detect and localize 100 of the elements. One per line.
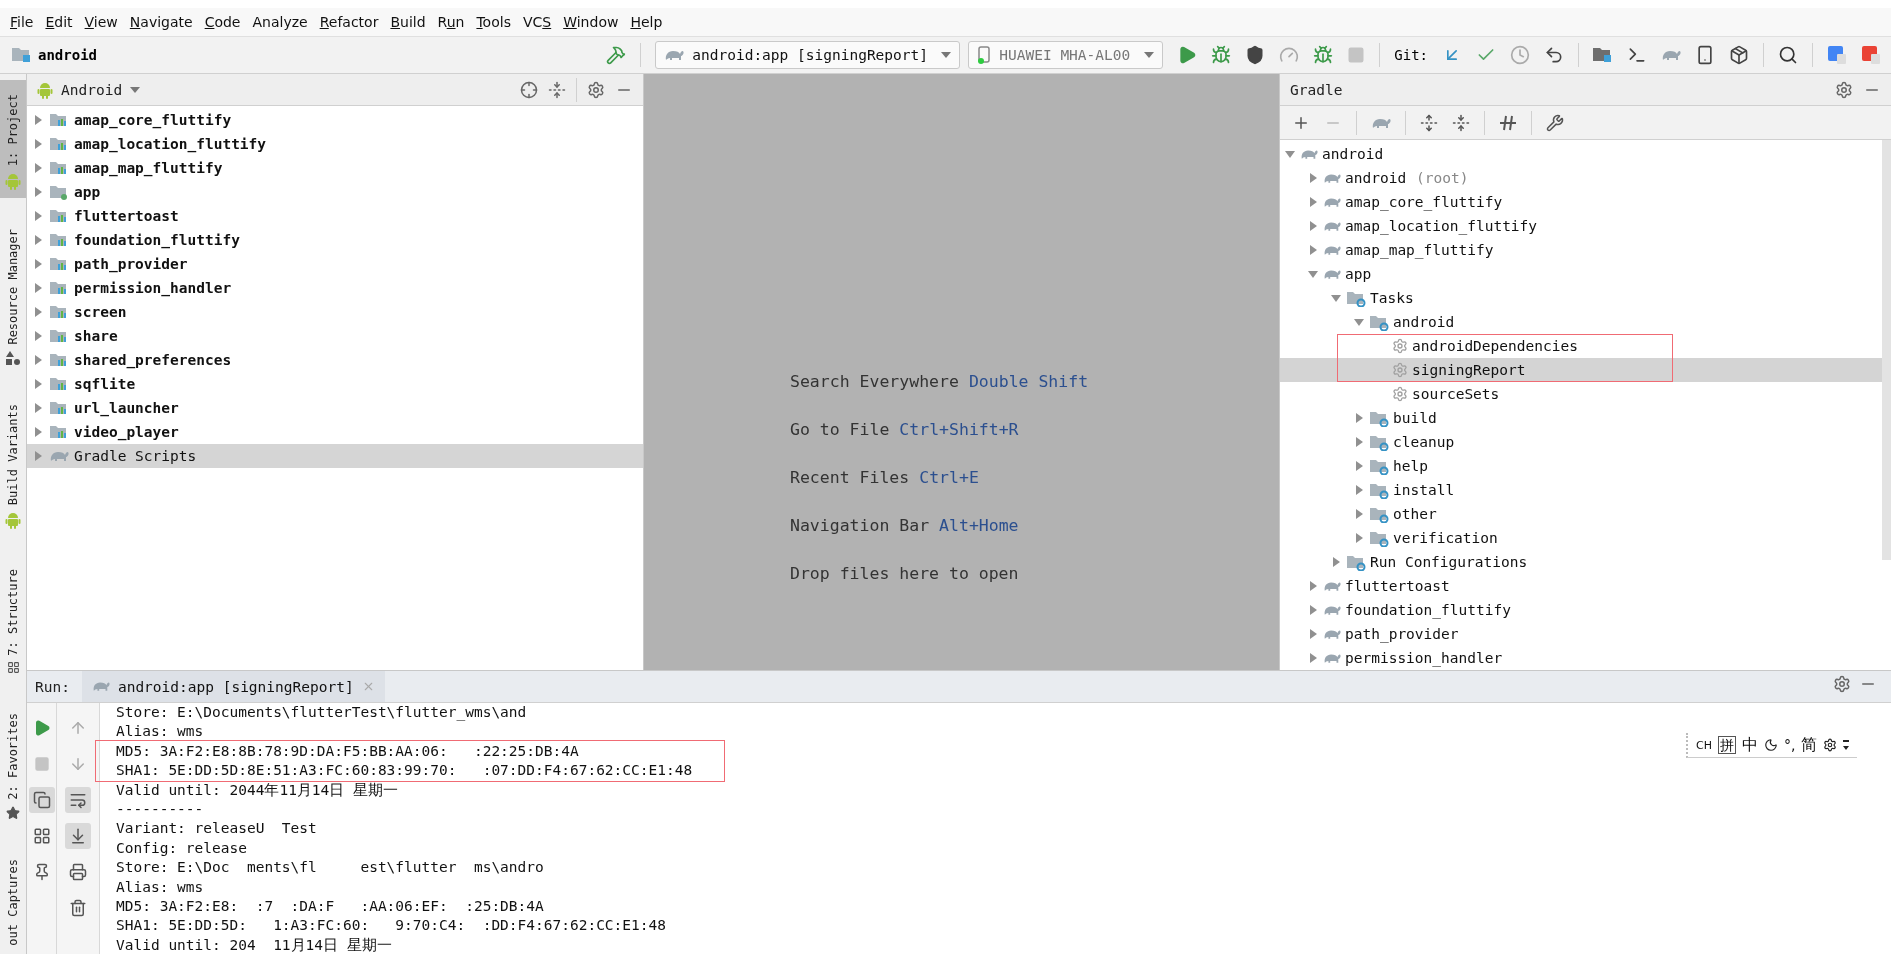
ime-mode[interactable]: 拼 [1717,736,1736,754]
arrow-right-icon[interactable] [32,402,44,414]
arrow-right-icon[interactable] [1307,196,1319,208]
print-icon[interactable] [69,863,87,881]
run-config-dropdown[interactable]: android:app [signingReport] [655,41,961,69]
menu-item[interactable]: Edit [39,14,79,30]
arrow-right-icon[interactable] [32,234,44,246]
tree-item[interactable]: amap_map_fluttify [1280,238,1882,262]
arrow-right-icon[interactable] [32,282,44,294]
tree-item[interactable]: fluttertoast [27,204,643,228]
menu-item[interactable]: VCS [516,14,558,30]
arrow-right-icon[interactable] [1307,652,1319,664]
arrow-right-icon[interactable] [1353,460,1365,472]
rollback-icon[interactable] [1544,45,1564,65]
menu-item[interactable]: Build [384,14,432,30]
search-icon[interactable] [1778,45,1798,65]
arrow-right-icon[interactable] [1330,556,1342,568]
menu-item[interactable]: Window [557,14,625,30]
project-name[interactable]: android [38,47,97,63]
arrow-down-icon[interactable] [1307,268,1319,280]
soft-wrap-icon[interactable] [69,791,87,809]
device-dropdown[interactable]: HUAWEI MHA-AL00 [968,41,1164,69]
tree-item[interactable]: Gradle Scripts [27,444,643,468]
arrow-right-icon[interactable] [32,330,44,342]
tree-item[interactable]: sourceSets [1280,382,1882,406]
arrow-right-icon[interactable] [1307,604,1319,616]
arrow-down-icon[interactable] [69,755,87,773]
tree-item[interactable]: foundation_fluttify [1280,598,1882,622]
collapse-all-icon[interactable] [548,80,566,99]
arrow-right-icon[interactable] [1307,220,1319,232]
menu-item[interactable]: Help [624,14,669,30]
ime-punctuation[interactable]: °, [1783,737,1796,753]
menu-item[interactable]: File [4,14,40,30]
tree-item[interactable]: foundation_fluttify [27,228,643,252]
ime-script[interactable]: 中 [1741,734,1758,756]
tree-item[interactable]: amap_core_fluttify [27,108,643,132]
coverage-icon[interactable] [1245,45,1266,65]
arrow-right-icon[interactable] [1307,628,1319,640]
ime-charset[interactable]: 简 [1801,734,1818,756]
apply-changes-icon[interactable] [1313,45,1334,65]
tree-item[interactable]: amap_core_fluttify [1280,190,1882,214]
arrow-right-icon[interactable] [32,162,44,174]
tree-item[interactable]: app [1280,262,1882,286]
tool-window-tab[interactable]: out Captures [0,845,26,954]
translate-icon[interactable] [1827,45,1847,65]
tree-item[interactable]: screen [27,300,643,324]
tree-item[interactable]: amap_map_fluttify [27,156,643,180]
arrow-right-icon[interactable] [32,210,44,222]
scroll-to-end-icon[interactable] [69,827,87,845]
package-icon[interactable] [1729,45,1749,65]
trash-icon[interactable] [69,899,87,917]
tree-item[interactable]: path_provider [27,252,643,276]
tool-window-tab[interactable]: Build Variants [0,390,26,538]
moon-icon[interactable] [1763,738,1778,752]
tree-item[interactable]: app [27,180,643,204]
collapse-all-icon[interactable] [1452,113,1470,132]
run-tab[interactable]: android:app [signingReport] [81,671,385,702]
tree-item[interactable]: Tasks [1280,286,1882,310]
more-icon[interactable] [1843,739,1850,751]
arrow-right-icon[interactable] [1353,508,1365,520]
history-icon[interactable] [1510,45,1530,65]
tool-window-tab[interactable]: Resource Manager [0,215,26,373]
tree-item[interactable]: build [1280,406,1882,430]
arrow-right-icon[interactable] [32,426,44,438]
tree-item[interactable]: install [1280,478,1882,502]
tree-item[interactable]: share [27,324,643,348]
tree-item[interactable]: Run Configurations [1280,550,1882,574]
tree-item[interactable]: android [1280,310,1882,334]
arrow-right-icon[interactable] [32,378,44,390]
menu-item[interactable]: View [78,14,124,30]
tree-item[interactable]: amap_location_fluttify [27,132,643,156]
folder-icon[interactable] [1593,47,1613,63]
run-icon[interactable] [1177,45,1198,65]
wrench-icon[interactable] [1546,113,1564,132]
terminal-icon[interactable] [1627,45,1647,65]
settings-icon[interactable] [1823,738,1838,752]
menu-item[interactable]: Refactor [313,14,385,30]
arrow-right-icon[interactable] [32,186,44,198]
arrow-down-icon[interactable] [1284,148,1296,160]
tree-item[interactable]: android (root) [1280,166,1882,190]
tree-item[interactable]: amap_location_fluttify [1280,214,1882,238]
menu-item[interactable]: Navigate [123,14,199,30]
tree-item[interactable]: sqflite [27,372,643,396]
stop-icon[interactable] [33,756,50,772]
tree-item[interactable]: androidDependencies [1280,334,1882,358]
arrow-down-icon[interactable] [1353,316,1365,328]
tree-item[interactable]: other [1280,502,1882,526]
tree-item[interactable]: url_launcher [27,396,643,420]
device-manager-icon[interactable] [1695,45,1715,65]
tree-item[interactable]: verification [1280,526,1882,550]
tree-item[interactable]: shared_preferences [27,348,643,372]
tool-window-tab[interactable]: 1: Project [0,80,26,199]
arrow-right-icon[interactable] [1307,244,1319,256]
tree-item[interactable]: cleanup [1280,430,1882,454]
tree-item[interactable]: fluttertoast [1280,574,1882,598]
locate-icon[interactable] [520,80,538,99]
tree-item[interactable]: permission_handler [27,276,643,300]
arrow-right-icon[interactable] [32,450,44,462]
restore-layout-icon[interactable] [32,791,51,809]
view-selector[interactable]: Android [37,80,141,99]
